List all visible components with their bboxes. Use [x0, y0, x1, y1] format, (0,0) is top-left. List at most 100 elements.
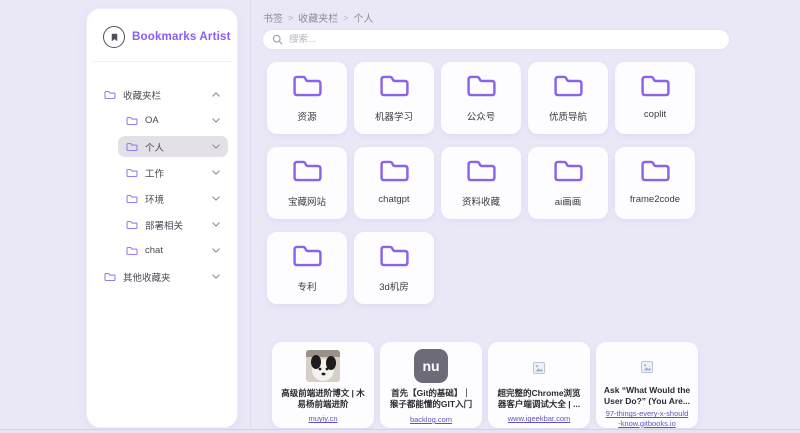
- sidebar-item[interactable]: 收藏夹栏: [96, 84, 228, 105]
- folder-card[interactable]: 资源: [267, 62, 347, 134]
- search-bar: [262, 29, 730, 50]
- folder-card[interactable]: ai画画: [528, 147, 608, 219]
- sidebar-item-label: 部署相关: [145, 218, 183, 232]
- folder-card-label: 宝藏网站: [288, 194, 326, 208]
- chevron-down-icon[interactable]: [212, 248, 220, 253]
- folder-card-label: 3d机房: [379, 279, 409, 293]
- sidebar-item-label: 其他收藏夹: [123, 270, 171, 284]
- sidebar-item-label: 工作: [145, 166, 164, 180]
- folder-card-label: 资料收藏: [462, 194, 500, 208]
- search-icon: [272, 34, 283, 45]
- sidebar-item-label: 个人: [145, 140, 164, 154]
- folder-icon: [379, 73, 410, 104]
- folder-card-label: ai画画: [555, 194, 581, 208]
- folder-card[interactable]: 专利: [267, 232, 347, 304]
- bookmark-logo-icon: [103, 26, 125, 48]
- sidebar-item[interactable]: 工作: [118, 162, 228, 183]
- bookmark-link[interactable]: backlog.com: [406, 415, 456, 424]
- folder-icon: [104, 90, 116, 100]
- folder-icon: [126, 116, 138, 126]
- sidebar: Bookmarks Artist 收藏夹栏 OA 个人: [86, 8, 238, 428]
- breadcrumb-separator: >: [343, 13, 348, 23]
- broken-image-icon: [641, 360, 653, 372]
- folder-card-label: 公众号: [467, 109, 496, 123]
- folder-card-label: 优质导航: [549, 109, 587, 123]
- sidebar-item[interactable]: chat: [118, 240, 228, 261]
- folder-icon: [466, 158, 497, 189]
- sidebar-item-label: 环境: [145, 192, 164, 206]
- folder-card-label: coplit: [644, 109, 666, 120]
- folder-card[interactable]: frame2code: [615, 147, 695, 219]
- folder-icon: [126, 246, 138, 256]
- folder-grid: 资源 机器学习 公众号 优质导航 coplit: [267, 62, 697, 304]
- window-bottom-edge: [0, 429, 800, 433]
- bookmark-card[interactable]: 超完整的Chrome浏览器客户端调试大全 | ... www.igeekbar.…: [488, 342, 590, 428]
- folder-icon: [292, 73, 323, 104]
- folder-card-label: 机器学习: [375, 109, 413, 123]
- folder-icon: [466, 73, 497, 104]
- folder-card-label: 专利: [297, 279, 316, 293]
- folder-icon: [126, 142, 138, 152]
- folder-icon: [292, 243, 323, 274]
- folder-card[interactable]: 优质导航: [528, 62, 608, 134]
- bookmark-thumbnail-photo: [306, 350, 340, 382]
- folder-card[interactable]: 3d机房: [354, 232, 434, 304]
- bookmark-link[interactable]: www.igeekbar.com: [504, 414, 575, 423]
- content-divider-line: [250, 0, 251, 433]
- folder-card-label: chatgpt: [378, 194, 409, 205]
- sidebar-nav: 收藏夹栏 OA 个人 工作: [87, 62, 237, 287]
- breadcrumb-item[interactable]: 个人: [354, 10, 374, 25]
- bookmark-card-row: 高级前端进阶博文 | 木易杨前端进阶 muyiy.cn nu: [272, 342, 698, 428]
- folder-card-label: frame2code: [630, 194, 680, 205]
- folder-icon: [379, 158, 410, 189]
- folder-card[interactable]: 公众号: [441, 62, 521, 134]
- sidebar-item[interactable]: 其他收藏夹: [96, 266, 228, 287]
- sidebar-item[interactable]: 个人: [118, 136, 228, 157]
- bookmark-link[interactable]: 97-things-every-x-should-know.gitbooks.i…: [601, 409, 693, 428]
- folder-icon: [553, 73, 584, 104]
- bookmark-title: 超完整的Chrome浏览器客户端调试大全 | ...: [493, 388, 585, 410]
- bookmark-link[interactable]: muyiy.cn: [304, 414, 341, 423]
- folder-icon: [126, 220, 138, 230]
- folder-icon: [553, 158, 584, 189]
- folder-icon: [126, 194, 138, 204]
- folder-card[interactable]: 资料收藏: [441, 147, 521, 219]
- bookmark-title: 高级前端进阶博文 | 木易杨前端进阶: [277, 388, 369, 410]
- folder-card-label: 资源: [297, 109, 316, 123]
- sidebar-item[interactable]: OA: [118, 110, 228, 131]
- broken-image-icon: [533, 361, 545, 373]
- breadcrumb-item[interactable]: 书签: [263, 10, 283, 25]
- chevron-down-icon[interactable]: [212, 222, 220, 227]
- breadcrumb: 书签 > 收藏夹栏 > 个人: [263, 10, 374, 25]
- folder-card[interactable]: 宝藏网站: [267, 147, 347, 219]
- app-logo: Bookmarks Artist: [87, 9, 237, 61]
- folder-icon: [104, 272, 116, 282]
- search-input[interactable]: [289, 34, 720, 45]
- app-title: Bookmarks Artist: [132, 31, 231, 43]
- chevron-down-icon[interactable]: [212, 196, 220, 201]
- breadcrumb-item[interactable]: 收藏夹栏: [298, 10, 338, 25]
- sidebar-item[interactable]: 环境: [118, 188, 228, 209]
- bookmark-card[interactable]: 高级前端进阶博文 | 木易杨前端进阶 muyiy.cn: [272, 342, 374, 428]
- folder-icon: [126, 168, 138, 178]
- folder-icon: [379, 243, 410, 274]
- folder-card[interactable]: chatgpt: [354, 147, 434, 219]
- chevron-down-icon[interactable]: [212, 274, 220, 279]
- folder-icon: [640, 158, 671, 189]
- folder-card[interactable]: coplit: [615, 62, 695, 134]
- bookmark-title: 首先【Git的基础】｜猴子都能懂的GIT入门 |..: [385, 388, 477, 411]
- chevron-down-icon[interactable]: [212, 118, 220, 123]
- folder-icon: [640, 73, 671, 104]
- chevron-down-icon[interactable]: [212, 144, 220, 149]
- folder-card[interactable]: 机器学习: [354, 62, 434, 134]
- bookmark-title: Ask “What Would the User Do?” (You Are..…: [601, 385, 693, 405]
- chevron-up-icon[interactable]: [212, 92, 220, 97]
- sidebar-item[interactable]: 部署相关: [118, 214, 228, 235]
- chevron-down-icon[interactable]: [212, 170, 220, 175]
- bookmark-card[interactable]: nu 首先【Git的基础】｜猴子都能懂的GIT入门 |.. backlog.co…: [380, 342, 482, 428]
- sidebar-item-label: OA: [145, 115, 159, 126]
- bookmark-thumbnail-logo: nu: [414, 349, 448, 383]
- breadcrumb-separator: >: [288, 13, 293, 23]
- sidebar-item-label: chat: [145, 245, 163, 256]
- bookmark-card[interactable]: Ask “What Would the User Do?” (You Are..…: [596, 342, 698, 428]
